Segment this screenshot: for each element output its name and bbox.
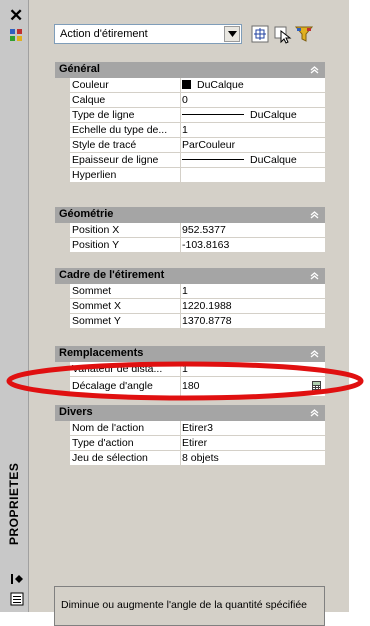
select-objects-icon[interactable] (272, 24, 292, 44)
palette-properties-icon[interactable] (9, 28, 23, 42)
property-row-position-y[interactable]: Position Y -103.8163 (55, 238, 325, 253)
property-row-sommet-x[interactable]: Sommet X 1220.1988 (55, 299, 325, 314)
property-row-sommet-y[interactable]: Sommet Y 1370.8778 (55, 314, 325, 329)
property-row-type-de-ligne[interactable]: Type de ligne DuCalque (55, 108, 325, 123)
property-row-style-de-trace[interactable]: Style de tracé ParCouleur (55, 138, 325, 153)
property-row-hyperlien[interactable]: Hyperlien (55, 168, 325, 183)
group-divers: Divers Nom de l'action Etirer3 Type d'ac… (55, 405, 325, 466)
property-row-couleur[interactable]: Couleur DuCalque (55, 78, 325, 93)
selection-combobox-value: Action d'étirement (60, 28, 148, 40)
auto-hide-icon[interactable] (10, 573, 24, 585)
color-swatch (182, 80, 191, 89)
selection-combobox[interactable]: Action d'étirement (54, 24, 242, 44)
collapse-chevron-icon[interactable] (310, 210, 319, 219)
property-row-nom-action[interactable]: Nom de l'action Etirer3 (55, 421, 325, 436)
collapse-chevron-icon[interactable] (310, 271, 319, 280)
group-general: Général Couleur DuCalque Calque 0 Type d… (55, 62, 325, 183)
linetype-preview (182, 114, 244, 115)
property-row-position-x[interactable]: Position X 952.5377 (55, 223, 325, 238)
close-icon[interactable]: ✕ (9, 7, 23, 24)
property-row-epaisseur[interactable]: Epaisseur de ligne DuCalque (55, 153, 325, 168)
group-cadre-etirement: Cadre de l'étirement Sommet 1 Sommet X 1… (55, 268, 325, 329)
palette-menu-icon[interactable] (10, 592, 24, 606)
annotation-ellipse (6, 361, 364, 401)
property-row-calque[interactable]: Calque 0 (55, 93, 325, 108)
collapse-chevron-icon[interactable] (310, 408, 319, 417)
group-geometrie: Géométrie Position X 952.5377 Position Y… (55, 207, 325, 253)
property-row-jeu-selection[interactable]: Jeu de sélection 8 objets (55, 451, 325, 466)
description-panel: Diminue ou augmente l'angle de la quanti… (54, 586, 325, 626)
quick-select-icon[interactable] (294, 24, 314, 44)
toggle-pickadd-icon[interactable] (250, 24, 270, 44)
lineweight-preview (182, 159, 244, 160)
chevron-down-icon[interactable] (224, 26, 240, 42)
group-header-cadre[interactable]: Cadre de l'étirement (55, 268, 325, 284)
group-header-divers[interactable]: Divers (55, 405, 325, 421)
group-header-general[interactable]: Général (55, 62, 325, 78)
collapse-chevron-icon[interactable] (310, 349, 319, 358)
property-row-sommet[interactable]: Sommet 1 (55, 284, 325, 299)
collapse-chevron-icon[interactable] (310, 65, 319, 74)
palette-titlebar: ✕ PROPRIETES (0, 0, 29, 612)
group-header-geometrie[interactable]: Géométrie (55, 207, 325, 223)
properties-palette: ✕ PROPRIETES Action d'étirement Général … (0, 0, 349, 626)
description-text: Diminue ou augmente l'angle de la quanti… (61, 599, 308, 611)
palette-vertical-title: PROPRIETES (7, 462, 21, 545)
property-row-type-action[interactable]: Type d'action Etirer (55, 436, 325, 451)
property-row-echelle[interactable]: Echelle du type de... 1 (55, 123, 325, 138)
page-margin (349, 0, 370, 612)
